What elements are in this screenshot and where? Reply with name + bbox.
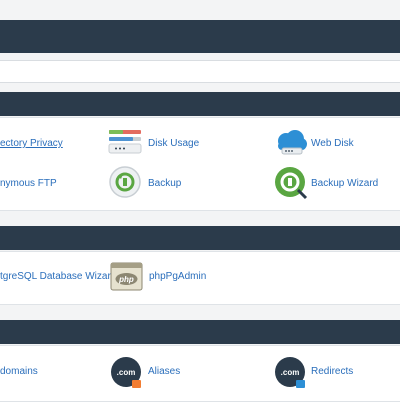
php-icon-text: php [118,275,134,284]
anonymous-ftp-link[interactable]: nymous FTP [0,178,57,189]
section-header-files[interactable] [0,92,400,116]
aliases-icon-text: .com [117,368,136,377]
php-icon[interactable]: php [110,262,144,292]
postgresql-database-wizard-link[interactable]: tgreSQL Database Wizard [0,271,116,282]
backup-link[interactable]: Backup [148,178,181,189]
files-panel [0,117,400,211]
subdomains-link[interactable]: domains [0,366,38,377]
section-header-databases[interactable] [0,226,400,250]
disk-usage-link[interactable]: Disk Usage [148,138,199,149]
backup-wizard-link[interactable]: Backup Wizard [311,178,378,189]
section-header-domains[interactable] [0,320,400,344]
dotcom-aliases-icon[interactable]: .com [110,356,144,390]
top-header-bar [0,20,400,53]
cloud-drive-icon[interactable] [274,128,308,158]
aliases-link[interactable]: Aliases [148,366,180,377]
redirects-icon-text: .com [281,368,300,377]
redirects-link[interactable]: Redirects [311,366,353,377]
directory-privacy-link[interactable]: ectory Privacy [0,138,63,149]
disk-usage-icon[interactable] [108,128,142,158]
backup-icon[interactable] [109,166,143,200]
phppgadmin-link[interactable]: phpPgAdmin [149,271,206,282]
web-disk-link[interactable]: Web Disk [311,138,354,149]
search-strip[interactable] [0,60,400,83]
backup-wizard-icon[interactable] [274,166,308,200]
dotcom-redirects-icon[interactable]: .com [274,356,308,390]
